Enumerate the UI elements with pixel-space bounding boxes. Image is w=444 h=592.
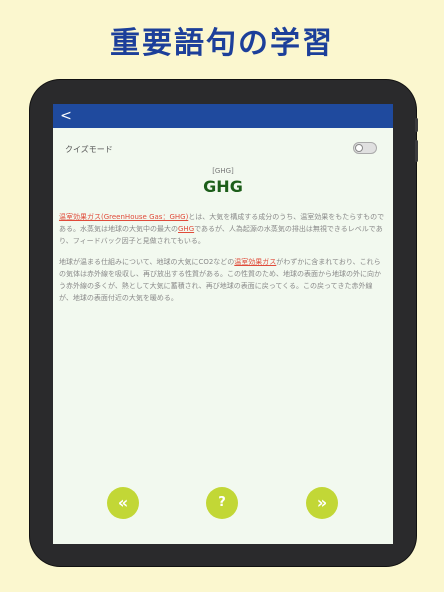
tablet-volume-button [415, 140, 418, 162]
previous-button[interactable]: « [107, 487, 139, 519]
term-reading: [GHG] [212, 167, 234, 175]
app-screen: < クイズモード [GHG] GHG 温室効果ガス(GreenHouse Gas… [53, 104, 393, 544]
term-link[interactable]: 温室効果ガス(GreenHouse Gas：GHG) [59, 213, 188, 221]
navigation-bar: < [53, 104, 393, 128]
explanation-paragraph: 地球が温まる仕組みについて、地球の大気にCO2などの温室効果ガスがわずかに含まれ… [59, 256, 385, 304]
chevron-left-icon: < [60, 108, 72, 124]
quiz-mode-toggle[interactable] [353, 142, 377, 154]
back-button[interactable]: < [59, 107, 73, 125]
definition-paragraph: 温室効果ガス(GreenHouse Gas：GHG)とは、大気を構成する成分のう… [59, 211, 385, 247]
question-mark-icon: ? [218, 495, 226, 510]
double-chevron-left-icon: « [117, 493, 129, 512]
headline: 重要語句の学習 [110, 26, 334, 61]
toggle-knob [355, 144, 363, 152]
paragraph-text: 地球が温まる仕組みについて、地球の大気にCO2などの [59, 258, 235, 266]
tablet-side-button [415, 118, 418, 132]
quiz-mode-label: クイズモード [65, 145, 113, 154]
next-button[interactable]: » [306, 487, 338, 519]
hint-button[interactable]: ? [206, 487, 238, 519]
double-chevron-right-icon: » [316, 493, 328, 512]
term-link[interactable]: 温室効果ガス [234, 258, 276, 266]
term-link[interactable]: GHG [178, 225, 194, 233]
term-title: GHG [203, 177, 243, 196]
